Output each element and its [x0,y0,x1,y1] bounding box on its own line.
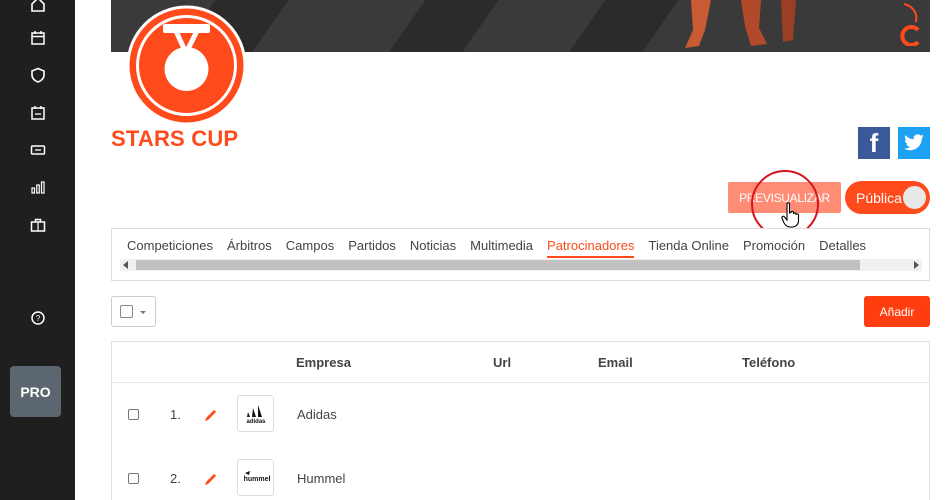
tab-competiciones[interactable]: Competiciones [127,238,213,258]
table-row: 2. hummel Hummel [112,447,929,500]
tab-promocion[interactable]: Promoción [743,238,805,258]
adidas-logo: adidas [246,404,266,425]
toggle-knob [903,186,926,209]
sponsors-table: Empresa Url Email Teléfono 1. adidas Adi… [111,341,930,500]
tab-arbitros[interactable]: Árbitros [227,238,272,258]
competition-logo [126,5,247,126]
ticket-icon[interactable] [30,142,46,158]
brand-watermark-icon [900,3,920,46]
column-header-phone: Teléfono [742,355,796,370]
twitter-icon [904,134,924,151]
column-header-email: Email [598,355,633,370]
caret-down-icon [140,311,146,314]
tab-patrocinadores[interactable]: Patrocinadores [547,238,635,258]
row-checkbox[interactable] [128,409,139,420]
facebook-share-button[interactable]: f [858,127,890,159]
row-number: 1. [170,407,181,422]
tab-multimedia[interactable]: Multimedia [470,238,533,258]
help-icon[interactable]: ? [30,310,46,326]
column-header-company: Empresa [296,355,351,370]
section-tabs: Competiciones Árbitros Campos Partidos Notic… [111,228,930,281]
shield-icon[interactable] [30,67,46,83]
sponsor-logo: adidas [237,395,274,432]
svg-text:hummel: hummel [243,476,270,483]
facebook-icon: f [869,128,879,158]
tab-list: Competiciones Árbitros Campos Partidos Notic… [127,238,880,258]
select-all-checkbox[interactable] [120,305,133,318]
scrollbar-thumb[interactable] [136,260,860,270]
table-header: Empresa Url Email Teléfono [112,342,929,383]
briefcase-icon[interactable] [30,217,46,233]
svg-text:?: ? [36,314,41,323]
company-name: Adidas [297,407,337,422]
tab-detalles[interactable]: Detalles [819,238,866,258]
visibility-toggle[interactable]: Pública [845,181,930,214]
edit-pencil-icon[interactable] [204,409,217,422]
calendar-event-icon[interactable] [30,105,46,121]
hand-cursor-icon [781,202,800,228]
home-icon[interactable] [30,0,46,12]
hummel-logo: hummel [243,470,270,483]
bulk-select-dropdown[interactable] [111,296,156,327]
tab-campos[interactable]: Campos [286,238,334,258]
sidebar: ? PRO [0,0,75,500]
pro-button[interactable]: PRO [10,366,61,417]
sponsor-logo: hummel [237,459,274,496]
calendar-icon[interactable] [30,30,46,46]
scroll-right-arrow-icon[interactable] [914,261,919,269]
edit-pencil-icon[interactable] [204,473,217,486]
table-row: 1. adidas Adidas [112,383,929,447]
players-image [685,0,796,48]
tabs-scrollbar[interactable] [120,259,922,271]
company-name: Hummel [297,471,346,486]
add-sponsor-button[interactable]: Añadir [864,296,930,327]
svg-text:adidas: adidas [246,419,266,425]
column-header-url: Url [493,355,512,370]
row-checkbox[interactable] [128,473,139,484]
row-number: 2. [170,471,181,486]
visibility-label: Pública [856,189,902,206]
tab-tienda-online[interactable]: Tienda Online [648,238,728,258]
bar-chart-icon[interactable] [30,179,46,195]
competition-title: STARS CUP [111,126,239,151]
scroll-left-arrow-icon[interactable] [123,261,128,269]
tab-noticias[interactable]: Noticias [410,238,456,258]
tab-partidos[interactable]: Partidos [348,238,396,258]
twitter-share-button[interactable] [898,127,930,159]
